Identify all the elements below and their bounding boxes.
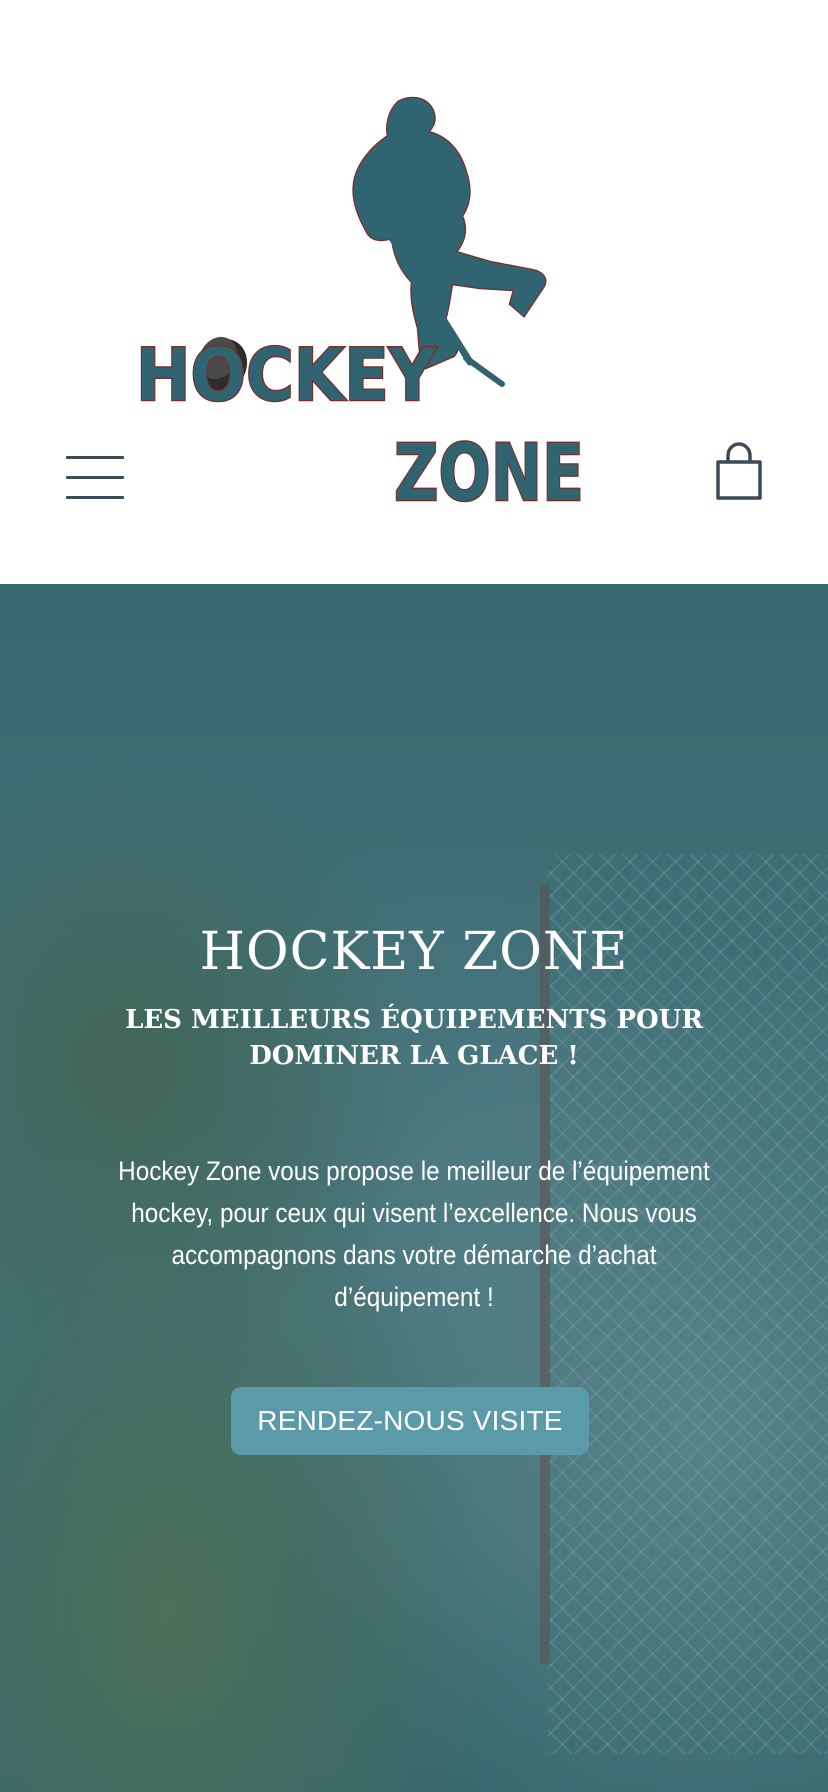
- hockey-zone-logo[interactable]: HOCKEY ZONE: [130, 92, 650, 520]
- shopping-bag-icon[interactable]: [712, 442, 766, 502]
- hero-description: Hockey Zone vous propose le meilleur de …: [118, 1156, 710, 1312]
- logo-graphic: HOCKEY ZONE: [135, 96, 585, 520]
- logo-hockey-text: HOCKEY: [136, 333, 437, 417]
- hamburger-menu-icon[interactable]: [62, 448, 128, 506]
- hero-section: HOCKEY ZONE LES MEILLEURS ÉQUIPEMENTS PO…: [0, 584, 828, 1792]
- hero-title: HOCKEY ZONE: [199, 922, 629, 982]
- site-header: HOCKEY ZONE: [0, 0, 828, 584]
- visit-us-button[interactable]: RENDEZ-NOUS VISITE: [231, 1387, 589, 1455]
- hero-subtitle: LES MEILLEURS ÉQUIPEMENTS POUR DOMINER L…: [125, 1005, 703, 1071]
- logo-zone-text: ZONE: [394, 429, 584, 512]
